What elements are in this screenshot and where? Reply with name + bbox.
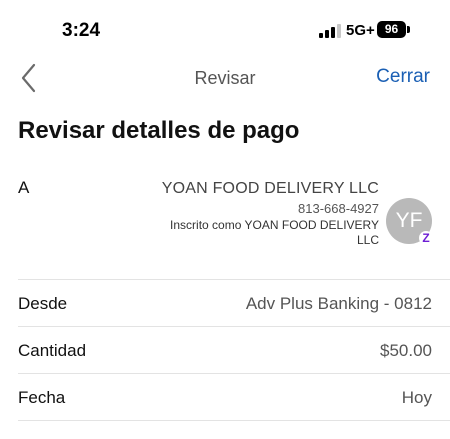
detail-row-from: Desde Adv Plus Banking - 0812 [0, 280, 450, 326]
divider [18, 420, 450, 421]
from-label: Desde [18, 294, 68, 313]
battery-icon: 96 [377, 21, 406, 38]
battery-tip [407, 26, 410, 33]
from-value: Adv Plus Banking - 0812 [245, 294, 432, 313]
close-button[interactable]: Cerrar [376, 66, 430, 88]
recipient-row: A YOAN FOOD DELIVERY LLC 813-668-4927 In… [0, 170, 450, 279]
detail-row-amount: Cantidad $50.00 [0, 327, 450, 373]
zelle-icon: Z [419, 231, 433, 245]
recipient-details: YOAN FOOD DELIVERY LLC 813-668-4927 Insc… [159, 178, 379, 248]
status-time: 3:24 [62, 20, 101, 41]
detail-row-date: Fecha Hoy [0, 374, 450, 420]
amount-value: $50.00 [380, 341, 432, 360]
recipient-label: A [18, 178, 30, 197]
recipient-name: YOAN FOOD DELIVERY LLC [161, 180, 379, 197]
signal-strength-icon [319, 24, 341, 38]
date-label: Fecha [18, 388, 66, 407]
amount-label: Cantidad [18, 341, 87, 360]
recipient-enrolled-as: Inscrito como YOAN FOOD DELIVERY LLC [170, 218, 379, 247]
status-bar: 3:24 5G+ 96 [0, 0, 450, 58]
navigation-bar: Revisar Cerrar [0, 58, 450, 98]
network-type: 5G+ [346, 22, 375, 39]
date-value: Hoy [401, 388, 432, 407]
recipient-phone: 813-668-4927 [298, 201, 379, 216]
page-title: Revisar detalles de pago [18, 117, 300, 144]
